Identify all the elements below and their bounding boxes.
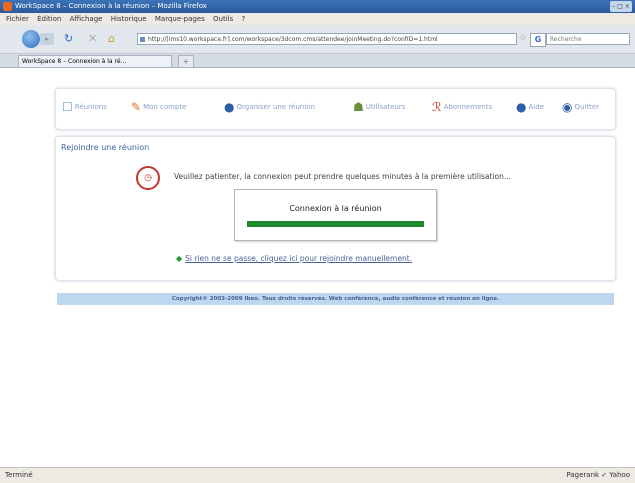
window-titlebar: WorkSpace 8 – Connexion à la réunion – M…: [0, 0, 635, 13]
nav-item-account[interactable]: ✎ Mon compte: [131, 101, 187, 113]
connection-title: Connexion à la réunion: [289, 204, 382, 213]
arrow-icon: ◆: [176, 254, 183, 263]
meeting-icon: ●: [224, 100, 235, 114]
nav-item-meetings[interactable]: ☐ Réunions: [62, 101, 107, 113]
menu-bar: Fichier Édition Affichage Historique Mar…: [0, 13, 635, 25]
tab-title: WorkSpace 8 – Connexion à la ré...: [22, 58, 127, 65]
progress-fill: [247, 221, 424, 227]
window-title: WorkSpace 8 – Connexion à la réunion – M…: [15, 2, 207, 10]
menu-tools[interactable]: Outils: [213, 15, 233, 23]
page-title: Rejoindre une réunion: [61, 143, 150, 152]
quit-icon: ◉: [562, 100, 573, 114]
menu-file[interactable]: Fichier: [6, 15, 29, 23]
menu-bookmarks[interactable]: Marque-pages: [155, 15, 205, 23]
main-nav: ☐ Réunions ✎ Mon compte ● Organiser une réu…: [55, 88, 616, 130]
menu-edit[interactable]: Édition: [37, 15, 61, 23]
help-icon: ●: [516, 100, 527, 114]
page-viewport: ☐ Réunions ✎ Mon compte ● Organiser une réu…: [0, 68, 635, 467]
search-engine-icon[interactable]: G: [530, 33, 546, 47]
clock-icon: ◷: [136, 166, 160, 190]
connection-box: Connexion à la réunion: [234, 189, 437, 241]
firefox-logo-icon: [3, 2, 12, 11]
forward-arrow-icon[interactable]: ▸: [40, 33, 54, 45]
home-icon[interactable]: ⌂: [108, 33, 115, 45]
search-input[interactable]: Recherche: [546, 33, 630, 45]
url-bar[interactable]: http://[ims10.workspace.fr].com/workspac…: [137, 33, 517, 45]
nav-item-users[interactable]: ☗ Utilisateurs: [353, 101, 405, 113]
join-meeting-panel: Rejoindre une réunion ◷ Veuillez patient…: [55, 136, 616, 281]
calendar-icon: ☐: [62, 100, 73, 114]
back-arrow-icon[interactable]: [22, 30, 40, 48]
footer-copyright: Copyright© 2003-2009 Ibeo. Tous droits r…: [57, 293, 614, 305]
menu-help[interactable]: ?: [242, 15, 246, 23]
menu-history[interactable]: Historique: [111, 15, 147, 23]
status-bar: Terminé Pagerank ✓ Yahoo: [0, 467, 635, 483]
window-controls[interactable]: – □ ×: [610, 1, 632, 12]
reload-icon[interactable]: ↻: [64, 33, 73, 45]
connection-progress-bar: [247, 221, 424, 227]
menu-view[interactable]: Affichage: [70, 15, 103, 23]
status-addons: Pagerank ✓ Yahoo: [566, 471, 630, 479]
users-icon: ☗: [353, 100, 364, 114]
manual-join: ◆ Si rien ne se passe, cliquez ici pour r…: [176, 254, 412, 263]
subscription-icon: ℛ: [432, 100, 442, 114]
nav-item-help[interactable]: ● Aide: [516, 101, 544, 113]
stop-icon[interactable]: ✕: [88, 33, 97, 45]
manual-join-link[interactable]: Si rien ne se passe, cliquez ici pour re…: [185, 254, 412, 263]
pencil-icon: ✎: [131, 100, 142, 114]
navigation-toolbar: ▸ ↻ ✕ ⌂ http://[ims10.workspace.fr].com/…: [0, 25, 635, 54]
tab-active[interactable]: WorkSpace 8 – Connexion à la ré... ×: [18, 55, 172, 67]
bookmark-star-icon[interactable]: ☆: [519, 33, 527, 43]
tab-bar: WorkSpace 8 – Connexion à la ré... × +: [0, 54, 635, 68]
status-text: Terminé: [5, 471, 33, 479]
nav-item-quit[interactable]: ◉ Quitter: [562, 101, 599, 113]
new-tab-button[interactable]: +: [178, 55, 194, 68]
wait-message: Veuillez patienter, la connexion peut pr…: [174, 172, 512, 181]
nav-item-organize[interactable]: ● Organiser une réunion: [224, 101, 315, 113]
nav-item-subscriptions[interactable]: ℛ Abonnements: [432, 101, 492, 113]
